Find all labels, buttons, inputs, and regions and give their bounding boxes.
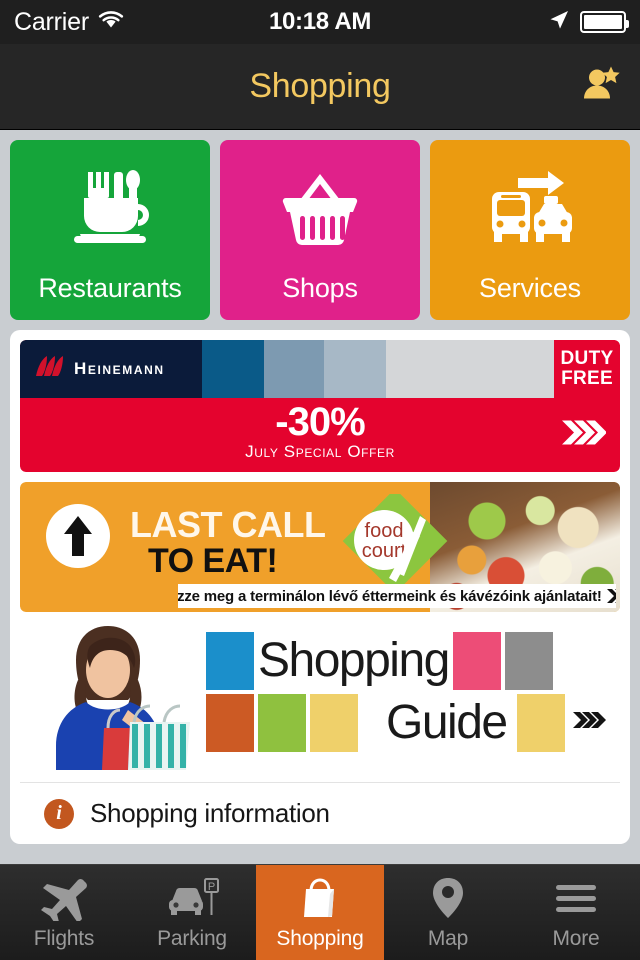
tab-label: More (552, 926, 600, 950)
category-tile-shops[interactable]: Shops (220, 140, 420, 320)
promo-banner-heinemann[interactable]: Heinemann DUTY FREE -30% July Special Of… (20, 340, 620, 472)
category-tiles: Restaurants Shops Services (0, 130, 640, 330)
tab-label: Parking (157, 926, 227, 950)
tab-label: Map (427, 926, 469, 950)
food-court-headline-1: LAST CALL (130, 504, 326, 545)
category-tile-services[interactable]: Services (430, 140, 630, 320)
person-star-icon (578, 66, 622, 110)
tab-bar: Flights P Parking Shopping Map More (0, 864, 640, 960)
shopping-guide-wordmark: Shopping Guide (206, 630, 569, 754)
color-swatch (504, 632, 553, 690)
promo-banner-food-court[interactable]: LAST CALL TO EAT! food court Nézze meg a… (20, 482, 620, 612)
tab-flights[interactable]: Flights (0, 865, 128, 960)
app-screen: Carrier 10:18 AM Shopping Restaurants Sh… (0, 0, 640, 960)
status-bar-right (548, 9, 629, 36)
clock-label: 10:18 AM (268, 8, 372, 35)
chevron-triple-right-icon (572, 709, 610, 736)
color-swatch (310, 694, 358, 752)
shopping-guide-row-2: Guide (206, 692, 569, 754)
food-court-headline-2: TO EAT! (148, 542, 278, 580)
tab-more[interactable]: More (512, 865, 640, 960)
offer-subtitle: July Special Offer (245, 442, 395, 461)
shopping-basket-icon (220, 166, 420, 252)
svg-text:P: P (208, 881, 215, 893)
promo-card: Heinemann DUTY FREE -30% July Special Of… (10, 330, 630, 844)
nav-bar: Shopping (0, 44, 640, 130)
shopping-information-row[interactable]: i Shopping information (20, 782, 620, 844)
color-swatch (206, 632, 254, 690)
heinemann-offer-band: -30% July Special Offer (20, 398, 620, 472)
heinemann-sails-icon (34, 354, 64, 385)
color-swatch (206, 694, 254, 752)
shopping-guide-word-2: Guide (386, 696, 508, 749)
color-swatch (386, 340, 554, 398)
duty-free-line2: FREE (561, 368, 613, 389)
bus-taxi-arrow-icon (430, 166, 630, 252)
food-court-caption-bar: Nézze meg a terminálon lévő éttermeink é… (178, 584, 616, 608)
chevron-triple-right-icon (606, 588, 616, 604)
shopping-bag-icon (297, 875, 343, 921)
heinemann-brand-label: Heinemann (74, 359, 165, 378)
food-court-caption: Nézze meg a terminálon lévő éttermeink é… (178, 587, 602, 605)
arrow-up-circle-icon (46, 504, 110, 568)
tab-shopping[interactable]: Shopping (256, 865, 384, 960)
favorites-button[interactable] (578, 62, 622, 111)
promo-banner-shopping-guide[interactable]: Shopping Guide (20, 622, 620, 772)
tab-map[interactable]: Map (384, 865, 512, 960)
hamburger-menu-icon (554, 875, 598, 921)
battery-full-icon (580, 11, 629, 33)
discount-label: -30% (275, 400, 365, 444)
color-swatch (452, 632, 501, 690)
color-swatch (202, 340, 264, 398)
color-swatch (258, 694, 306, 752)
color-swatch (516, 694, 565, 752)
heinemann-color-strip: Heinemann DUTY FREE (20, 340, 620, 398)
info-circle-icon: i (44, 798, 74, 829)
shopping-guide-row-1: Shopping (206, 630, 569, 692)
category-tile-restaurants[interactable]: Restaurants (10, 140, 210, 320)
map-pin-icon (429, 875, 467, 921)
tab-parking[interactable]: P Parking (128, 865, 256, 960)
category-label: Shops (282, 273, 358, 303)
location-arrow-icon (548, 9, 570, 36)
color-swatch (264, 340, 324, 398)
duty-free-line1: DUTY (560, 348, 614, 370)
tab-label: Flights (33, 926, 95, 950)
car-parking-icon: P (164, 875, 220, 921)
cup-cutlery-icon (10, 166, 210, 252)
shopping-information-label: Shopping information (90, 798, 330, 828)
page-title: Shopping (249, 67, 391, 105)
chevron-triple-right-icon (560, 418, 607, 453)
category-label: Services (479, 273, 581, 303)
duty-free-badge: DUTY FREE (554, 340, 620, 398)
tab-label: Shopping (276, 926, 364, 950)
status-bar: Carrier 10:18 AM (0, 0, 640, 44)
woman-with-shopping-bags-photo (34, 624, 202, 770)
airplane-icon (39, 875, 89, 921)
category-label: Restaurants (38, 273, 182, 303)
heinemann-logo: Heinemann (20, 340, 202, 398)
shopping-guide-word-1: Shopping (258, 634, 450, 687)
color-swatch (324, 340, 386, 398)
svg-text:food: food (365, 520, 404, 542)
